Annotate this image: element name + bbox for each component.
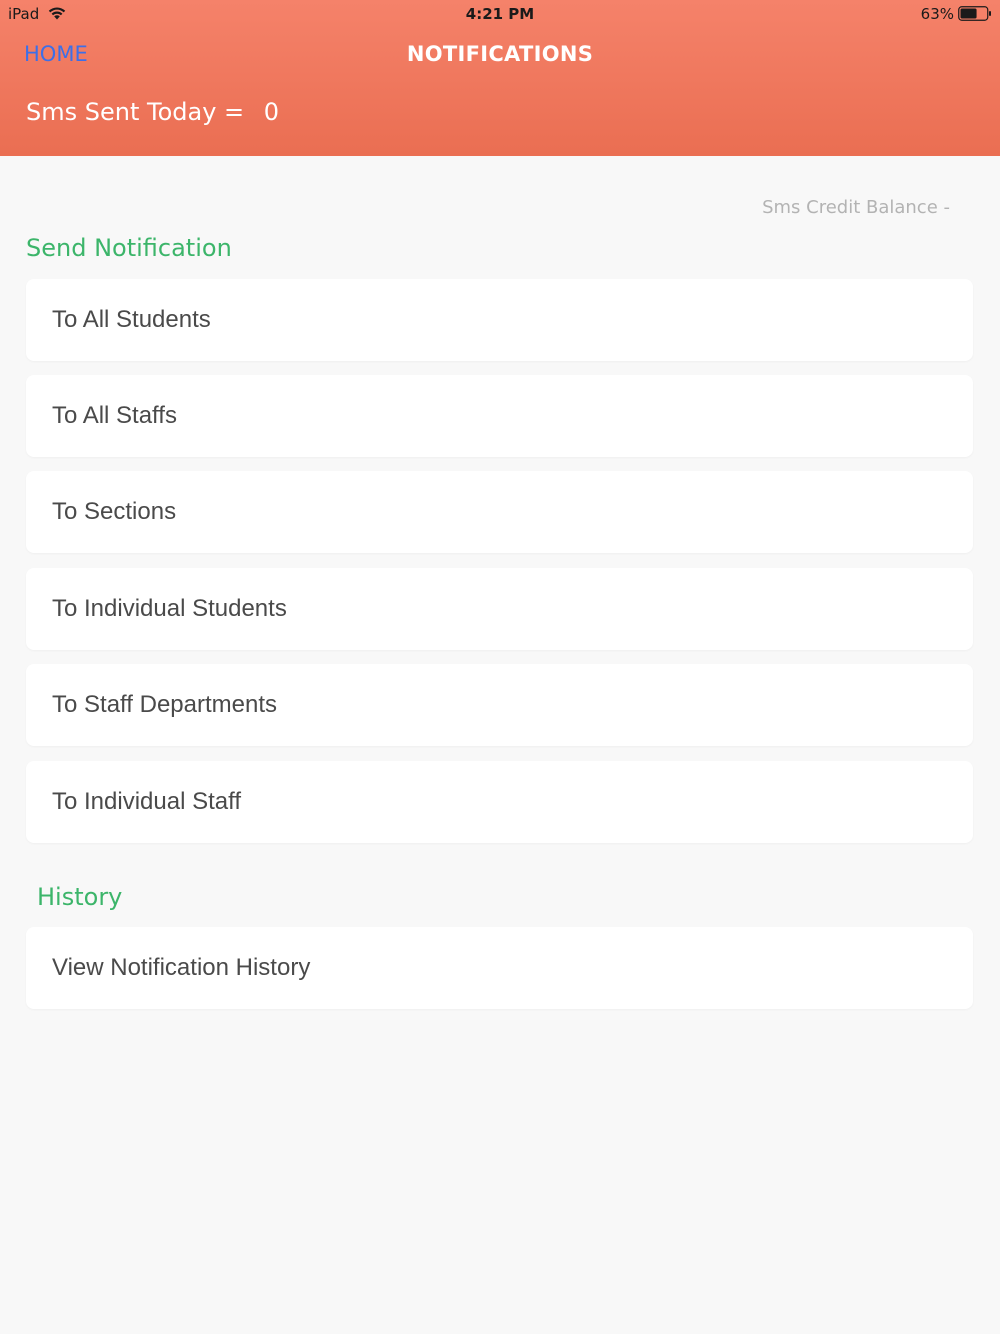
battery-fill (960, 8, 977, 19)
page-title: NOTIFICATIONS (406, 42, 594, 66)
to-individual-students-row[interactable]: To Individual Students (26, 568, 973, 650)
row-label: To Individual Staff (52, 788, 242, 815)
to-individual-staff-row[interactable]: To Individual Staff (26, 761, 973, 843)
to-all-students-row[interactable]: To All Students (26, 279, 973, 361)
view-notification-history-row[interactable]: View Notification History (26, 927, 973, 1009)
row-label: To Sections (52, 498, 177, 525)
navigation-header: iPad 4:21 PM 63% HOME NOTIFICATIONS Sms … (0, 0, 1000, 156)
status-time: 4:21 PM (465, 5, 535, 23)
sms-sent-today: Sms Sent Today = 0 (26, 98, 279, 126)
send-notification-header: Send Notification (26, 234, 232, 262)
row-label: To Individual Students (52, 595, 287, 622)
battery-percentage: 63% (920, 5, 954, 23)
sms-sent-label: Sms Sent Today = (26, 98, 245, 126)
to-all-staffs-row[interactable]: To All Staffs (26, 375, 973, 457)
row-label: To All Students (52, 306, 211, 333)
row-label: View Notification History (52, 954, 311, 981)
battery-icon (958, 6, 991, 21)
to-staff-departments-row[interactable]: To Staff Departments (26, 664, 973, 746)
row-label: To All Staffs (52, 402, 177, 429)
row-label: To Staff Departments (52, 691, 277, 718)
sms-sent-value: 0 (263, 98, 280, 126)
history-header: History (37, 883, 123, 911)
to-sections-row[interactable]: To Sections (26, 471, 973, 553)
sms-credit-balance: Sms Credit Balance - (762, 197, 950, 218)
status-bar: iPad 4:21 PM 63% (0, 0, 1000, 28)
